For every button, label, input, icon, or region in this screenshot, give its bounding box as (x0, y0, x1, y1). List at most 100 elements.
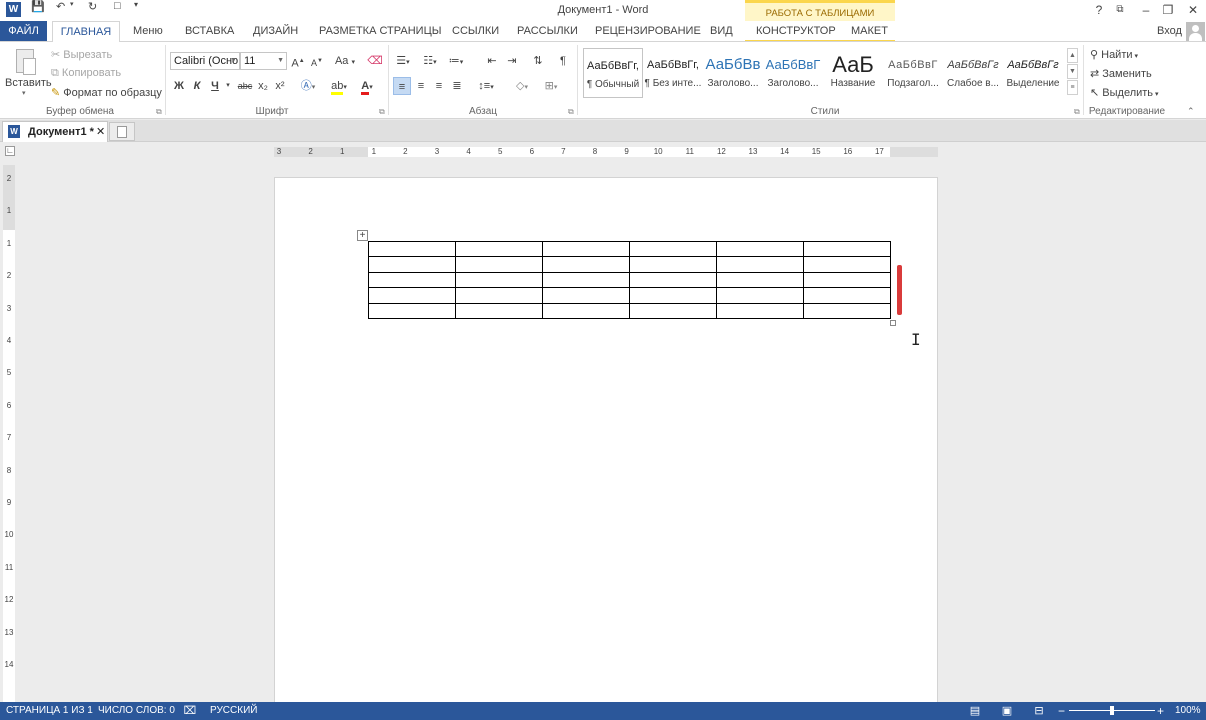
table-cell[interactable] (368, 256, 456, 273)
table-cell[interactable] (542, 256, 630, 273)
italic-button[interactable]: К (190, 77, 204, 95)
table-cell[interactable] (716, 256, 804, 273)
read-mode-icon[interactable]: ▤ (968, 705, 982, 717)
decrease-indent-icon[interactable]: ⇤ (484, 52, 500, 70)
proofing-icon[interactable]: ⌧ (183, 705, 197, 717)
table-cell[interactable] (368, 302, 456, 319)
align-center-icon[interactable]: ≡ (412, 77, 430, 95)
subscript-button[interactable]: x₂ (256, 77, 270, 95)
tab-menu[interactable]: Меню (133, 21, 163, 42)
font-size-combo[interactable]: 11 ▼ (240, 52, 287, 70)
align-left-icon[interactable]: ≡ (393, 77, 411, 95)
table-cell[interactable] (368, 240, 456, 258)
style-heading-1[interactable]: АаБбВв Заголово... (703, 48, 763, 98)
tab-selector-icon[interactable]: ∟ (5, 146, 15, 156)
document-table[interactable] (368, 240, 891, 319)
table-cell[interactable] (629, 256, 717, 273)
justify-icon[interactable]: ≣ (448, 77, 466, 95)
style-title[interactable]: АаБ Название (823, 48, 883, 98)
tab-insert[interactable]: ВСТАВКА (185, 21, 234, 42)
tab-file[interactable]: ФАЙЛ (0, 21, 47, 42)
close-tab-icon[interactable]: ✕ (96, 122, 105, 142)
table-cell[interactable] (803, 302, 891, 319)
zoom-slider-thumb[interactable] (1110, 706, 1114, 715)
select-button[interactable]: ↖ Выделить ▾ (1090, 86, 1159, 99)
table-cell[interactable] (455, 256, 543, 273)
style-no-spacing[interactable]: АаБбВвГг, ¶ Без инте... (643, 48, 703, 98)
font-launcher-icon[interactable]: ⧉ (379, 108, 387, 116)
vertical-ruler[interactable]: 2 1 1 2 3 4 5 6 7 8 9 10 11 12 13 14 (3, 165, 15, 703)
bullets-icon[interactable]: ☰▾ (393, 52, 413, 70)
table-cell[interactable] (455, 302, 543, 319)
superscript-button[interactable]: x² (273, 77, 287, 95)
find-button[interactable]: ⚲ Найти ▾ (1090, 48, 1138, 61)
table-cell[interactable] (368, 271, 456, 289)
underline-dropdown-icon[interactable]: ▾ (223, 77, 233, 95)
tab-mailings[interactable]: РАССЫЛКИ (517, 21, 578, 42)
table-cell[interactable] (368, 287, 456, 304)
paste-label[interactable]: Вставить (5, 77, 52, 89)
table-cell[interactable] (542, 240, 630, 258)
table-cell[interactable] (803, 256, 891, 273)
document-tab[interactable]: W Документ1 * ✕ (2, 121, 108, 142)
gallery-scroll-down-icon[interactable]: ▼ (1067, 64, 1078, 79)
table-cell[interactable] (803, 240, 891, 258)
table-cell[interactable] (629, 271, 717, 289)
align-right-icon[interactable]: ≡ (430, 77, 448, 95)
table-cell[interactable] (542, 302, 630, 319)
table-cell[interactable] (716, 271, 804, 289)
minimize-icon[interactable]: – (1136, 2, 1156, 18)
line-spacing-icon[interactable]: ↕≡▾ (475, 77, 497, 95)
table-cell[interactable] (455, 271, 543, 289)
tab-page-layout[interactable]: РАЗМЕТКА СТРАНИЦЫ (319, 21, 441, 42)
styles-launcher-icon[interactable]: ⧉ (1074, 108, 1082, 116)
gallery-more-icon[interactable]: ≡ (1067, 80, 1078, 95)
print-layout-icon[interactable]: ▣ (1000, 705, 1014, 717)
style-emphasis[interactable]: АаБбВвГг Выделение (1003, 48, 1063, 98)
zoom-in-button[interactable]: + (1157, 702, 1164, 720)
text-effects-icon[interactable]: Ⓐ▾ (297, 77, 319, 95)
table-cell[interactable] (629, 240, 717, 258)
zoom-level[interactable]: 100% (1175, 702, 1201, 720)
tab-table-design[interactable]: КОНСТРУКТОР (756, 21, 836, 42)
table-cell[interactable] (542, 287, 630, 304)
restore-icon[interactable]: ❐ (1158, 2, 1178, 18)
increase-indent-icon[interactable]: ⇥ (504, 52, 520, 70)
table-cell[interactable] (716, 302, 804, 319)
underline-button[interactable]: Ч (207, 77, 223, 95)
help-icon[interactable]: ? (1089, 2, 1109, 18)
table-cell[interactable] (455, 240, 543, 258)
collapse-ribbon-icon[interactable]: ⌃ (1187, 106, 1195, 117)
gallery-scroll-up-icon[interactable]: ▲ (1067, 48, 1078, 63)
style-subtle-emphasis[interactable]: АаБбВвГг Слабое в... (943, 48, 1003, 98)
sort-icon[interactable]: ⇅ (530, 52, 546, 70)
replace-button[interactable]: ⇄ Заменить (1090, 67, 1152, 80)
strikethrough-button[interactable]: abc (236, 77, 254, 95)
user-avatar-icon[interactable] (1186, 22, 1205, 41)
grow-font-button[interactable]: A▲ (291, 52, 305, 70)
ribbon-display-options-icon[interactable]: ⧉ (1110, 2, 1130, 18)
tab-design[interactable]: ДИЗАЙН (253, 21, 298, 42)
sign-in-link[interactable]: Вход (1157, 21, 1182, 42)
style-subtitle[interactable]: АаБбВвГ Подзагол... (883, 48, 943, 98)
clear-formatting-icon[interactable]: ⌫ (367, 52, 383, 70)
paste-dropdown-icon[interactable]: ▾ (22, 89, 26, 97)
paste-button[interactable] (13, 49, 39, 77)
borders-icon[interactable]: ⊞▾ (539, 77, 563, 95)
tab-references[interactable]: ССЫЛКИ (452, 21, 499, 42)
shrink-font-button[interactable]: A▼ (310, 52, 324, 70)
table-resize-handle[interactable] (890, 320, 896, 326)
font-name-combo[interactable]: Calibri (Осно ▼ (170, 52, 240, 70)
close-icon[interactable]: ✕ (1183, 2, 1203, 18)
font-color-button[interactable]: A▾ (355, 77, 379, 95)
new-tab-button[interactable] (109, 122, 135, 141)
tab-table-layout[interactable]: МАКЕТ (851, 21, 888, 42)
highlight-color-button[interactable]: ab▾ (327, 77, 351, 95)
table-move-handle-icon[interactable]: + (357, 230, 368, 241)
paragraph-launcher-icon[interactable]: ⧉ (568, 108, 576, 116)
page-count[interactable]: СТРАНИЦА 1 ИЗ 1 (6, 702, 93, 720)
show-formatting-marks-icon[interactable]: ¶ (555, 52, 571, 70)
tab-view[interactable]: ВИД (710, 21, 733, 42)
numbering-icon[interactable]: ☷▾ (420, 52, 440, 70)
tab-home[interactable]: ГЛАВНАЯ (52, 21, 120, 42)
